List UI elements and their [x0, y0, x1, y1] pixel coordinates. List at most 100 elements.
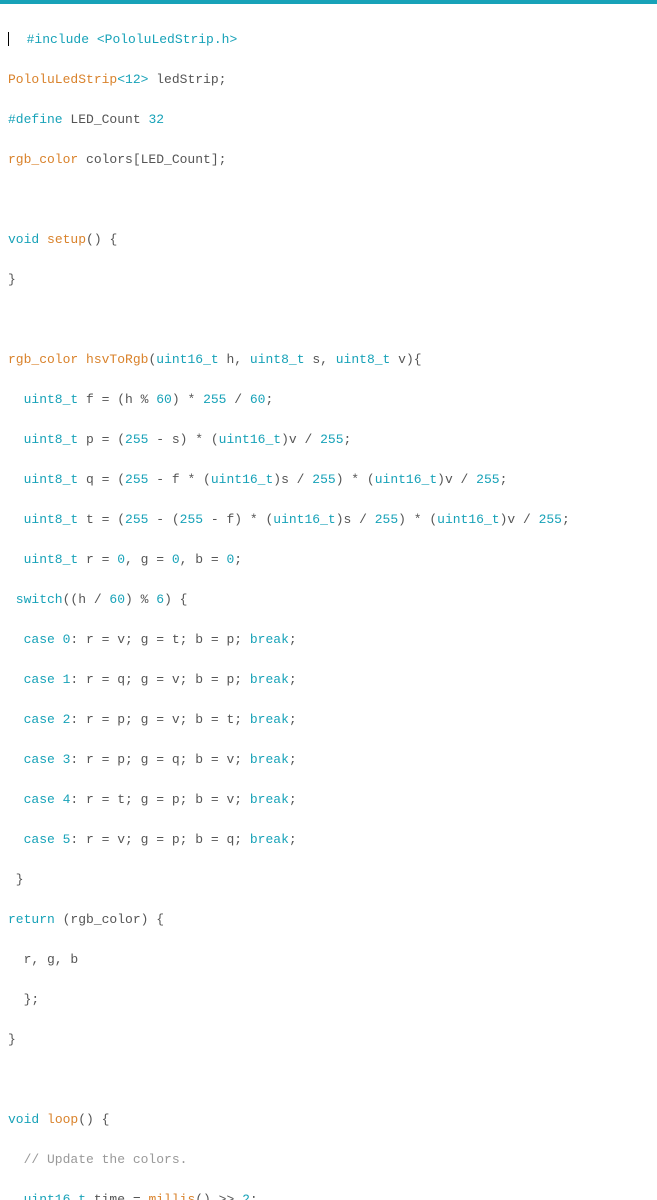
token-number: 12 [125, 72, 141, 87]
code-line: void setup() { [8, 230, 649, 250]
token: ) * ( [336, 472, 375, 487]
token: () { [78, 1112, 109, 1127]
code-line: case 1: r = q; g = v; b = p; break; [8, 670, 649, 690]
token: ; [344, 432, 352, 447]
code-line: uint8_t f = (h % 60) * 255 / 60; [8, 390, 649, 410]
code-editor[interactable]: #include <PololuLedStrip.h> PololuLedStr… [0, 4, 657, 1200]
token-type: uint8_t [336, 352, 391, 367]
token-number: 255 [125, 472, 148, 487]
token-type: uint16_t [437, 512, 499, 527]
token: ; [289, 792, 297, 807]
token-func: hsvToRgb [86, 352, 148, 367]
code-line: case 0: r = v; g = t; b = p; break; [8, 630, 649, 650]
token-number: 255 [539, 512, 562, 527]
token: , g = [125, 552, 172, 567]
token-number: 0 [172, 552, 180, 567]
token: )v / [500, 512, 539, 527]
code-line: uint8_t r = 0, g = 0, b = 0; [8, 550, 649, 570]
token-func: setup [47, 232, 86, 247]
code-line: case 2: r = p; g = v; b = t; break; [8, 710, 649, 730]
code-line: return (rgb_color) { [8, 910, 649, 930]
token-number: 255 [312, 472, 335, 487]
token: )v / [437, 472, 476, 487]
code-line: switch((h / 60) % 6) { [8, 590, 649, 610]
token [78, 352, 86, 367]
code-line: case 3: r = p; g = q; b = v; break; [8, 750, 649, 770]
token-type: uint16_t [211, 472, 273, 487]
token: : r = t; g = p; b = v; [70, 792, 249, 807]
token: : r = q; g = v; b = p; [70, 672, 249, 687]
token-keyword: case [8, 712, 63, 727]
token-keyword: case [8, 632, 63, 647]
token [39, 1112, 47, 1127]
token: : r = p; g = q; b = v; [70, 752, 249, 767]
token: ; [289, 632, 297, 647]
token: p = ( [78, 432, 125, 447]
token-lib: <PololuLedStrip.h> [97, 32, 237, 47]
token: v){ [390, 352, 421, 367]
token: r = [78, 552, 117, 567]
token-define: #define [8, 112, 63, 127]
token-keyword: return [8, 912, 55, 927]
code-line-comment: // Update the colors. [8, 1150, 649, 1170]
token [39, 232, 47, 247]
token-include: #include [27, 32, 89, 47]
token: - f * ( [148, 472, 210, 487]
token-type: uint16_t [156, 352, 218, 367]
token-keyword: case [8, 832, 63, 847]
token-keyword: void [8, 1112, 39, 1127]
token: ; [289, 672, 297, 687]
token: f = (h % [78, 392, 156, 407]
token: : r = v; g = p; b = q; [70, 832, 249, 847]
token-type: uint16_t [8, 1192, 86, 1200]
token-keyword: break [250, 792, 289, 807]
token: LED_Count [63, 112, 149, 127]
token: )s / [336, 512, 375, 527]
token: (rgb_color) { [55, 912, 164, 927]
code-line: r, g, b [8, 950, 649, 970]
token: ; [289, 752, 297, 767]
token-number: 255 [125, 432, 148, 447]
token: h, [219, 352, 250, 367]
token: ; [289, 832, 297, 847]
token: t = ( [78, 512, 125, 527]
token: )v / [281, 432, 320, 447]
token: ; [234, 552, 242, 567]
token-type: uint16_t [375, 472, 437, 487]
token: ; [500, 472, 508, 487]
token-number: 255 [375, 512, 398, 527]
token: time = [86, 1192, 148, 1200]
token-number: 1 [63, 672, 71, 687]
token-type: uint8_t [8, 552, 78, 567]
token: )s / [273, 472, 312, 487]
token-keyword: break [250, 712, 289, 727]
code-line: void loop() { [8, 1110, 649, 1130]
token: ; [250, 1192, 258, 1200]
token: , b = [180, 552, 227, 567]
token: () >> [195, 1192, 242, 1200]
token-keyword: break [250, 832, 289, 847]
code-line: uint8_t q = (255 - f * (uint16_t)s / 255… [8, 470, 649, 490]
token-number: 3 [63, 752, 71, 767]
code-line [8, 310, 649, 330]
token-func: loop [47, 1112, 78, 1127]
token-number: 255 [180, 512, 203, 527]
code-line: case 4: r = t; g = p; b = v; break; [8, 790, 649, 810]
code-line: uint8_t p = (255 - s) * (uint16_t)v / 25… [8, 430, 649, 450]
token-type: PololuLedStrip [8, 72, 117, 87]
token: - f) * ( [203, 512, 273, 527]
token-keyword: case [8, 752, 63, 767]
token: : r = v; g = t; b = p; [70, 632, 249, 647]
token: ; [265, 392, 273, 407]
token-number: 4 [63, 792, 71, 807]
code-line: PololuLedStrip<12> ledStrip; [8, 70, 649, 90]
token: s, [305, 352, 336, 367]
text-cursor [8, 32, 9, 46]
token-type: uint8_t [8, 392, 78, 407]
token-number: 2 [63, 712, 71, 727]
token-number: 5 [63, 832, 71, 847]
code-line: } [8, 870, 649, 890]
token-keyword: void [8, 232, 39, 247]
token-number: 255 [125, 512, 148, 527]
token: < [117, 72, 125, 87]
